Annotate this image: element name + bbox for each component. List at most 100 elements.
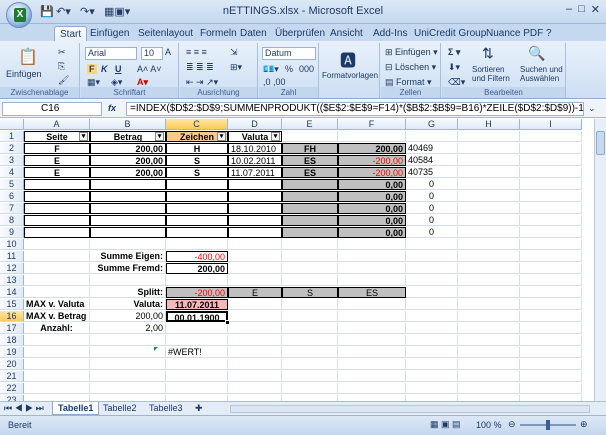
cell-empty[interactable]: [24, 275, 90, 286]
cell-c14[interactable]: -200,00: [166, 287, 228, 298]
cell-empty[interactable]: [520, 167, 582, 178]
cell-empty[interactable]: [282, 335, 338, 346]
row-header-6[interactable]: 6: [0, 191, 24, 202]
cell-empty[interactable]: [458, 179, 520, 190]
cell-empty[interactable]: [458, 239, 520, 250]
cell-empty[interactable]: [282, 383, 338, 394]
row-header-17[interactable]: 17: [0, 323, 24, 334]
office-button[interactable]: X: [6, 2, 32, 28]
cell-empty[interactable]: [458, 167, 520, 178]
cell-f14[interactable]: ES: [338, 287, 406, 298]
tab-unicredit[interactable]: UniCredit Group: [414, 26, 486, 41]
currency-icon[interactable]: 💶▾: [263, 64, 279, 75]
cell-empty[interactable]: [166, 371, 228, 382]
cell-empty[interactable]: [520, 383, 582, 394]
cell-c12[interactable]: 200,00: [166, 263, 228, 274]
row-header-18[interactable]: 18: [0, 335, 24, 346]
cell-g4[interactable]: 40735: [406, 167, 458, 178]
number-format-select[interactable]: Datum: [262, 47, 316, 60]
autosum-button[interactable]: Σ ▾: [448, 47, 460, 58]
underline-button[interactable]: U: [115, 64, 122, 74]
cell-empty[interactable]: [406, 371, 458, 382]
cell-empty[interactable]: [406, 359, 458, 370]
cell-a4[interactable]: E: [24, 167, 90, 178]
cell-g2[interactable]: 40469: [406, 143, 458, 154]
cell-empty[interactable]: [458, 371, 520, 382]
tab-einfuegen[interactable]: Einfügen: [90, 26, 129, 41]
row-header-19[interactable]: 19: [0, 347, 24, 358]
column-header-d[interactable]: D: [228, 119, 282, 130]
cell-d1[interactable]: Valuta ▾: [228, 131, 282, 142]
cell-a3[interactable]: E: [24, 155, 90, 166]
cell-d14[interactable]: E: [228, 287, 282, 298]
cell-empty[interactable]: [520, 203, 582, 214]
cell-empty[interactable]: [24, 371, 90, 382]
row-header-1[interactable]: 1: [0, 131, 24, 142]
cell-empty[interactable]: [166, 335, 228, 346]
fx-button[interactable]: fx: [108, 103, 116, 113]
cell-d3[interactable]: 10.02.2011: [228, 155, 282, 166]
cell-d2[interactable]: 18.10.2010: [228, 143, 282, 154]
horizontal-scrollbar[interactable]: [230, 405, 590, 413]
cell-empty[interactable]: [282, 311, 338, 322]
cell-f3[interactable]: -200,00: [338, 155, 406, 166]
cell-b11[interactable]: Summe Eigen:: [90, 251, 166, 262]
cell-empty[interactable]: [282, 275, 338, 286]
cell-e4[interactable]: ES: [282, 167, 338, 178]
cell-empty[interactable]: [282, 239, 338, 250]
cell-empty[interactable]: [520, 179, 582, 190]
cell-e6[interactable]: [282, 191, 338, 202]
cell-c11[interactable]: -400,00: [166, 251, 228, 262]
cell-c4[interactable]: S: [166, 167, 228, 178]
cell-a8[interactable]: [24, 215, 90, 226]
close-button[interactable]: ✕: [591, 3, 600, 16]
cell-empty[interactable]: [458, 275, 520, 286]
cell-b12[interactable]: Summe Fremd:: [90, 263, 166, 274]
cell-empty[interactable]: [338, 263, 406, 274]
cell-g9[interactable]: 0: [406, 227, 458, 238]
cell-empty[interactable]: [458, 311, 520, 322]
cell-empty[interactable]: [406, 263, 458, 274]
font-name-select[interactable]: Arial: [85, 47, 137, 60]
cell-empty[interactable]: [458, 347, 520, 358]
cell-empty[interactable]: [520, 275, 582, 286]
cell-empty[interactable]: [90, 347, 166, 358]
row-header-14[interactable]: 14: [0, 287, 24, 298]
cell-c9[interactable]: [166, 227, 228, 238]
cell-c7[interactable]: [166, 203, 228, 214]
cell-f9[interactable]: 0,00: [338, 227, 406, 238]
cell-c2[interactable]: H: [166, 143, 228, 154]
cell-empty[interactable]: [228, 251, 282, 262]
align-left-icons[interactable]: ≣ ≣ ≣: [186, 62, 214, 73]
cell-g5[interactable]: 0: [406, 179, 458, 190]
find-select-button[interactable]: Suchen und Auswählen: [520, 65, 563, 83]
percent-button[interactable]: %: [285, 64, 293, 74]
cell-empty[interactable]: [458, 335, 520, 346]
cell-empty[interactable]: [282, 263, 338, 274]
column-header-i[interactable]: I: [520, 119, 582, 130]
insert-cells-button[interactable]: ⊞ Einfügen ▾: [385, 47, 438, 58]
cell-b1[interactable]: Betrag ▾: [90, 131, 166, 142]
cell-b4[interactable]: 200,00: [90, 167, 166, 178]
row-header-12[interactable]: 12: [0, 263, 24, 274]
cell-a17[interactable]: Anzahl:: [24, 323, 90, 334]
cell-f2[interactable]: 200,00: [338, 143, 406, 154]
align-top-icons[interactable]: ≡ ≡ ≡: [186, 47, 207, 57]
cell-g6[interactable]: 0: [406, 191, 458, 202]
cell-empty[interactable]: [520, 143, 582, 154]
row-header-2[interactable]: 2: [0, 143, 24, 154]
cell-empty[interactable]: [338, 239, 406, 250]
row-header-3[interactable]: 3: [0, 155, 24, 166]
cell-empty[interactable]: [338, 371, 406, 382]
grow-font-icon[interactable]: A: [165, 47, 171, 57]
cell-empty[interactable]: [458, 287, 520, 298]
cell-b5[interactable]: [90, 179, 166, 190]
cell-empty[interactable]: [520, 347, 582, 358]
cell-empty[interactable]: [228, 371, 282, 382]
cell-empty[interactable]: [406, 131, 458, 142]
row-header-5[interactable]: 5: [0, 179, 24, 190]
find-icon[interactable]: 🔍: [528, 45, 545, 62]
cell-empty[interactable]: [24, 359, 90, 370]
row-header-20[interactable]: 20: [0, 359, 24, 370]
cell-empty[interactable]: [520, 215, 582, 226]
